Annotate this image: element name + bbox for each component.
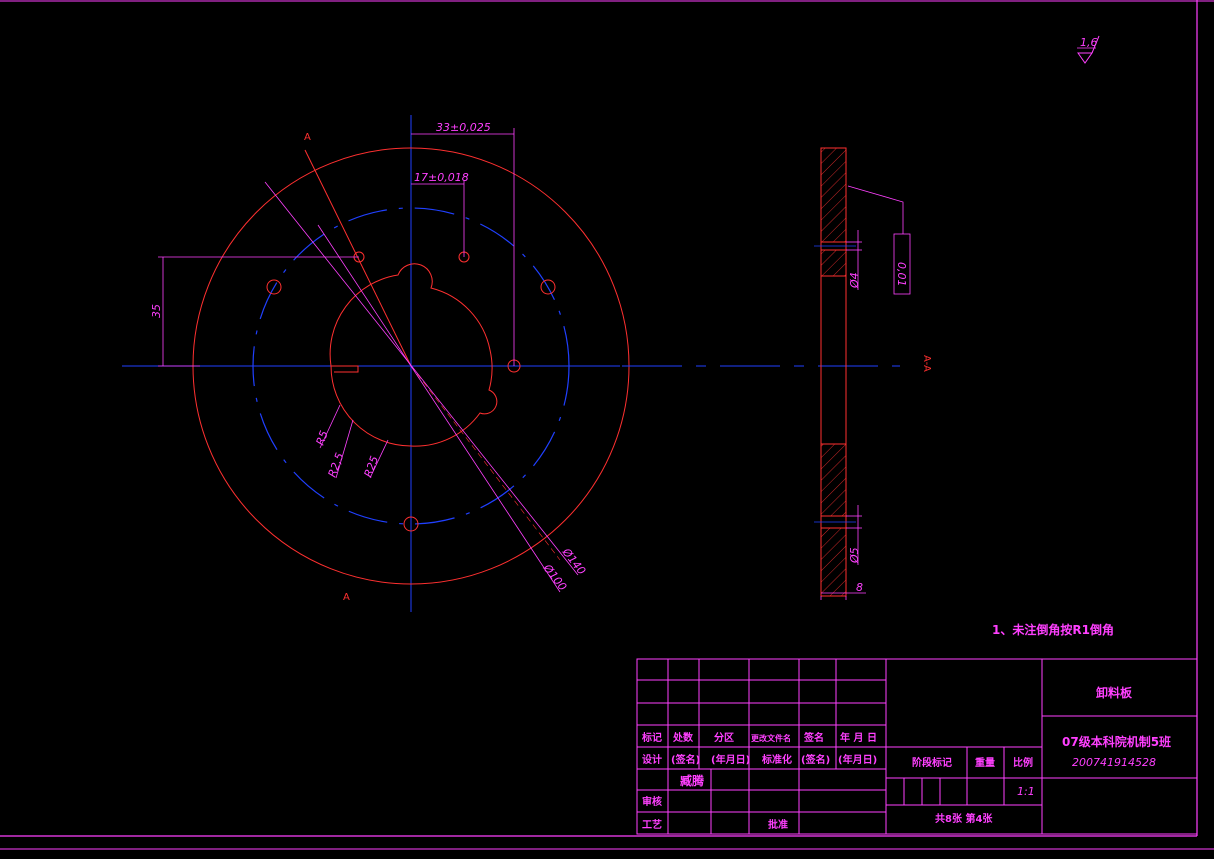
central-bore [329,263,498,447]
tb-stage-mark: 阶段标记 [912,756,952,769]
tb-header: 更改文件名 [751,733,791,743]
front-view: A A 33±0,025 17±0,018 35 R5 R2,5 R25 Ø14… [122,115,630,612]
tb-row2: (年月日) [838,753,877,766]
hatch-region [821,148,846,242]
dim-17: 17±0,018 [414,171,469,184]
tb-header: 年 月 日 [840,731,877,744]
title-block-text: 标记 处数 分区 更改文件名 签名 年 月 日 设计 (签名) (年月日) 标准… [641,685,1171,831]
drawing-frame [0,0,1214,850]
section-mark-bottom: A [343,592,350,603]
tb-approve: 批准 [768,818,788,831]
tb-header: 标记 [641,731,662,744]
tb-weight: 重量 [975,756,995,769]
tb-designer: 臧腾 [680,773,705,788]
tb-sheet-info: 共8张 第4张 [935,812,993,825]
dim-phi5: Ø5 [848,547,861,564]
dim-33: 33±0,025 [436,121,491,134]
tb-row2: (年月日) [711,753,750,766]
tb-scale: 1:1 [1017,785,1035,798]
section-mark-top: A [304,132,311,143]
tb-row2: 设计 [642,753,662,766]
dim-r5: R5 [314,429,331,447]
section-label: A-A [921,355,932,372]
tb-ratio: 比例 [1013,756,1033,769]
hatch-region [821,528,846,596]
dim-r25: R25 [362,454,382,479]
dim-phi140: Ø140 [559,545,588,577]
tb-part-name: 卸料板 [1096,685,1133,700]
tb-row2: (签名) [671,753,700,766]
tb-row2: 标准化 [761,753,792,766]
tb-header: 签名 [803,731,824,744]
hatch-region [821,444,846,516]
roughness-symbol: 1,6 [1077,35,1100,64]
section-view: A-A Ø4 Ø5 8 0,01 [622,147,932,600]
technical-note: 1、未注倒角按R1倒角 [992,622,1114,637]
tb-review: 审核 [642,795,662,808]
dim-phi4: Ø4 [848,272,861,289]
dim-r2-5: R2,5 [326,451,347,479]
dim-thickness: 8 [856,581,863,594]
roughness-value: 1,6 [1080,36,1098,49]
tb-header: 分区 [714,731,734,744]
hatch-region [821,250,846,276]
cad-drawing-canvas: 1,6 A A 33±0,025 17±0,018 35 R5 R2,5 R25… [0,0,1214,850]
dim-35: 35 [150,304,163,318]
tb-process: 工艺 [642,818,662,831]
tb-row2: (签名) [801,753,830,766]
tb-student-id: 200741914528 [1072,756,1156,769]
dim-phi100: Ø100 [540,561,569,593]
tb-header: 处数 [672,731,694,744]
tb-school: 07级本科院机制5班 [1062,734,1171,749]
flatness-value: 0,01 [895,262,908,287]
